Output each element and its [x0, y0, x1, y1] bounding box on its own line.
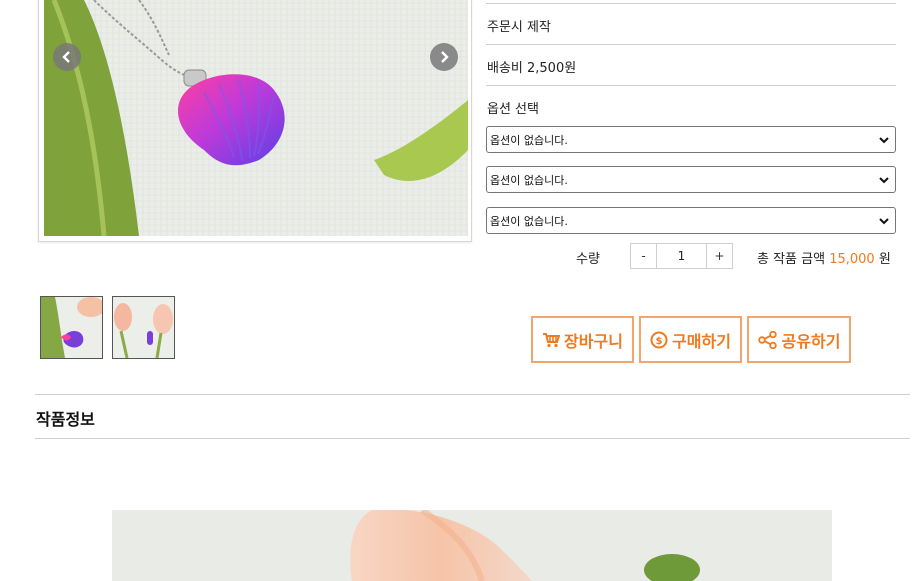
shipping-info: 배송비 2,500원	[487, 61, 577, 76]
gallery-next-button[interactable]	[430, 43, 458, 71]
total-price: 총 작품 금액 15,000 원	[757, 248, 891, 267]
divider	[486, 44, 896, 45]
coin-icon: $	[650, 331, 668, 348]
quantity-label: 수량	[576, 252, 600, 267]
option-select-value: 옵션이 없습니다.	[490, 133, 568, 147]
add-to-cart-button[interactable]: 장바구니	[531, 316, 634, 363]
chevron-down-icon	[879, 177, 889, 184]
share-button[interactable]: 공유하기	[747, 316, 851, 363]
option-select-value: 옵션이 없습니다.	[490, 173, 568, 187]
option-select-3[interactable]: 옵션이 없습니다.	[486, 207, 896, 234]
main-product-image	[44, 0, 468, 236]
total-amount: 15,000	[829, 252, 875, 267]
quantity-decrease-button[interactable]: -	[631, 244, 657, 268]
option-select-2[interactable]: 옵션이 없습니다.	[486, 166, 896, 193]
svg-text:$: $	[656, 336, 663, 347]
cart-icon	[543, 332, 561, 347]
section-title: 작품정보	[36, 410, 95, 429]
option-select-value: 옵션이 없습니다.	[490, 214, 568, 228]
buy-now-button[interactable]: $ 구매하기	[639, 316, 742, 363]
share-icon	[757, 330, 777, 349]
pendant-photo	[44, 0, 468, 236]
total-unit: 원	[878, 252, 891, 267]
option-select-1[interactable]: 옵션이 없습니다.	[486, 126, 896, 153]
chevron-right-icon	[441, 51, 449, 63]
chevron-left-icon	[62, 51, 70, 63]
total-label: 총 작품 금액	[757, 252, 826, 267]
quantity-input[interactable]	[657, 244, 706, 268]
product-detail-image	[112, 510, 832, 581]
divider	[486, 85, 896, 86]
divider	[35, 394, 910, 395]
buy-button-label: 구매하기	[672, 331, 731, 351]
options-label: 옵션 선택	[487, 102, 539, 117]
detail-photo	[112, 510, 832, 581]
thumbnail-image	[113, 297, 174, 358]
share-button-label: 공유하기	[781, 331, 841, 351]
gallery-prev-button[interactable]	[53, 43, 81, 71]
production-info: 주문시 제작	[487, 20, 551, 35]
thumbnail-1[interactable]	[40, 296, 103, 359]
chevron-down-icon	[879, 218, 889, 225]
quantity-stepper: - +	[630, 243, 733, 269]
cart-button-label: 장바구니	[564, 331, 623, 351]
divider	[35, 438, 910, 439]
thumbnail-image	[41, 297, 102, 358]
quantity-increase-button[interactable]: +	[706, 244, 732, 268]
thumbnail-2[interactable]	[112, 296, 175, 359]
divider	[486, 3, 896, 4]
chevron-down-icon	[879, 137, 889, 144]
